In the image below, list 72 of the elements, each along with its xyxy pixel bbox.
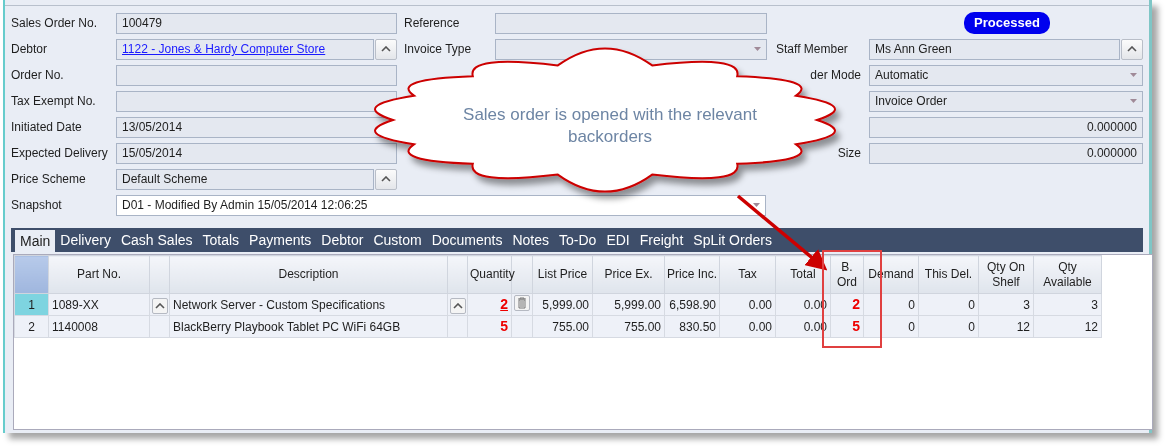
chevron-up-icon <box>154 302 165 309</box>
field-label: Order No. <box>11 68 64 82</box>
table-cell: BlackBerry Playbook Tablet PC WiFi 64GB <box>169 315 448 338</box>
column-header[interactable]: Price Ex. <box>592 255 665 294</box>
row-selector-corner[interactable] <box>14 255 49 294</box>
tab[interactable]: Delivery <box>55 229 116 252</box>
debtor-link[interactable]: 1122 - Jones & Hardy Computer Store <box>122 40 326 58</box>
dropdown-arrow-icon <box>1130 72 1137 78</box>
column-header[interactable]: Description <box>169 255 448 294</box>
number-field[interactable]: 0.000000 <box>869 142 1143 164</box>
chevron-up-icon <box>1127 46 1137 52</box>
row-number[interactable]: 2 <box>14 315 49 338</box>
lookup-button[interactable] <box>375 38 397 60</box>
dropdown-field[interactable]: D01 - Modified By Admin 15/05/2014 12:06:25 <box>116 194 766 216</box>
column-header[interactable]: Part No. <box>48 255 150 294</box>
dropdown-arrow-icon <box>753 202 760 208</box>
text-field[interactable]: 1122 - Jones & Hardy Computer Store <box>116 38 374 60</box>
text-field[interactable] <box>495 12 767 34</box>
tab[interactable]: Custom <box>368 229 427 252</box>
chevron-up-icon <box>381 176 391 182</box>
tab[interactable]: Freight <box>634 229 689 252</box>
text-field[interactable]: Ms Ann Green <box>869 38 1120 60</box>
field-label: Size <box>837 146 861 160</box>
lookup-button[interactable] <box>151 297 168 314</box>
column-header[interactable]: List Price <box>532 255 593 294</box>
trash-icon[interactable] <box>514 295 530 311</box>
dropdown-arrow-icon <box>754 46 761 52</box>
text-field[interactable] <box>116 64 397 86</box>
lookup-button[interactable] <box>1121 38 1143 60</box>
field-label: Price Scheme <box>11 172 86 186</box>
dropdown-arrow-icon <box>1130 98 1137 104</box>
tab[interactable]: To-Do <box>554 229 602 252</box>
text-field[interactable]: 15/05/2014 <box>116 142 397 164</box>
text-field[interactable]: Default Scheme <box>116 168 374 190</box>
table-cell: Network Server - Custom Specifications <box>169 293 448 316</box>
dropdown-field[interactable]: Invoice Order <box>869 90 1143 112</box>
tab[interactable]: Totals <box>197 229 245 252</box>
tab[interactable]: Notes <box>507 229 554 252</box>
text-field[interactable]: 100479 <box>116 12 397 34</box>
chevron-up-icon <box>381 46 391 52</box>
field-label: Tax Exempt No. <box>11 94 96 108</box>
column-header[interactable]: This Del. <box>918 255 979 294</box>
dropdown-field[interactable]: Automatic <box>869 64 1143 86</box>
field-label: Reference <box>404 16 460 30</box>
tab[interactable]: SpLit Orders <box>688 229 777 252</box>
field-label: Initiated Date <box>11 120 82 134</box>
callout-text: Sales order is opened with the relevant backorders <box>462 104 758 148</box>
field-label: Expected Delivery <box>11 146 108 160</box>
column-header[interactable]: Tax <box>719 255 776 294</box>
field-label: Debtor <box>11 42 48 56</box>
column-header[interactable]: Price Inc. <box>664 255 720 294</box>
tab[interactable]: Documents <box>426 229 508 252</box>
tab[interactable]: Cash Sales <box>115 229 198 252</box>
row-number[interactable]: 1 <box>14 293 49 316</box>
column-header[interactable]: Qty Available <box>1033 255 1102 294</box>
status-badge: Processed <box>964 12 1050 34</box>
tab[interactable]: Debtor <box>316 229 369 252</box>
lookup-button[interactable] <box>375 168 397 190</box>
text-field[interactable] <box>116 90 397 112</box>
column-header[interactable]: Qty On Shelf <box>978 255 1034 294</box>
column-header[interactable]: B. Ord <box>830 255 864 294</box>
field-label: Sales Order No. <box>11 16 98 30</box>
field-label: Staff Member <box>776 42 848 56</box>
field-label: Invoice Type <box>404 42 472 56</box>
lookup-button[interactable] <box>449 297 466 314</box>
tab[interactable]: Payments <box>244 229 317 252</box>
tab[interactable]: EDI <box>601 229 635 252</box>
chevron-up-icon <box>452 302 463 309</box>
field-label: Snapshot <box>11 198 62 212</box>
number-field[interactable]: 0.000000 <box>869 116 1143 138</box>
tab[interactable]: Main <box>15 230 56 252</box>
field-label: der Mode <box>810 68 861 82</box>
